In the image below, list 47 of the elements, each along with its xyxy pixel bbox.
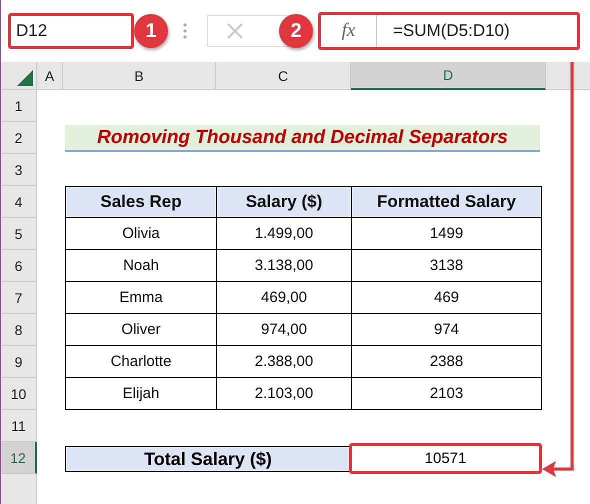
table-cell: 3138 bbox=[351, 250, 542, 282]
table-cell: 469 bbox=[351, 282, 542, 314]
table-cell: 2103 bbox=[351, 378, 542, 410]
total-label: Total Salary ($) bbox=[65, 446, 351, 472]
table-cell: 2388 bbox=[351, 346, 542, 378]
row-header[interactable]: 12 bbox=[1, 442, 37, 474]
callout-marker: 2 bbox=[279, 14, 313, 48]
sheet-title: Romoving Thousand and Decimal Separators bbox=[65, 125, 540, 152]
table-cell: 974 bbox=[351, 314, 542, 346]
row-header[interactable]: 9 bbox=[1, 346, 37, 378]
callout-marker: 1 bbox=[134, 14, 168, 48]
table-cell: 2.103,00 bbox=[216, 378, 351, 410]
row-header[interactable]: 7 bbox=[1, 282, 37, 314]
table-cell: 1.499,00 bbox=[216, 218, 351, 250]
column-header[interactable]: D bbox=[351, 62, 546, 90]
row-header[interactable]: 8 bbox=[1, 314, 37, 346]
table-cell: Oliver bbox=[65, 314, 216, 346]
total-value-cell[interactable]: 10571 bbox=[349, 443, 542, 474]
table-cell: 1499 bbox=[351, 218, 542, 250]
column-heading: Salary ($) bbox=[216, 186, 351, 218]
table-cell: Elijah bbox=[65, 378, 216, 410]
row-header[interactable]: 4 bbox=[1, 186, 37, 218]
row-header[interactable]: 2 bbox=[1, 122, 37, 154]
table-cell: Charlotte bbox=[65, 346, 216, 378]
table-cell: 469,00 bbox=[216, 282, 351, 314]
column-heading: Sales Rep bbox=[65, 186, 216, 218]
function-button[interactable]: fx bbox=[321, 15, 377, 47]
table-cell: Emma bbox=[65, 282, 216, 314]
row-header[interactable]: 3 bbox=[1, 154, 37, 186]
table-cell: 974,00 bbox=[216, 314, 351, 346]
table-cell: 3.138,00 bbox=[216, 250, 351, 282]
select-all-icon[interactable] bbox=[17, 70, 33, 86]
column-header[interactable]: A bbox=[37, 62, 63, 90]
more-icon bbox=[183, 23, 187, 39]
formula-field[interactable]: =SUM(D5:D10) bbox=[377, 21, 510, 41]
column-header[interactable]: B bbox=[63, 62, 216, 90]
table-cell: Noah bbox=[65, 250, 216, 282]
table-cell: Olivia bbox=[65, 218, 216, 250]
column-header[interactable]: C bbox=[216, 62, 351, 90]
row-header[interactable]: 10 bbox=[1, 378, 37, 410]
row-header[interactable]: 5 bbox=[1, 218, 37, 250]
row-header[interactable]: 1 bbox=[1, 90, 37, 122]
column-heading: Formatted Salary bbox=[351, 186, 542, 218]
table-cell: 2.388,00 bbox=[216, 346, 351, 378]
row-header[interactable]: 11 bbox=[1, 410, 37, 442]
row-header[interactable]: 6 bbox=[1, 250, 37, 282]
name-box[interactable]: D12 bbox=[8, 13, 134, 49]
